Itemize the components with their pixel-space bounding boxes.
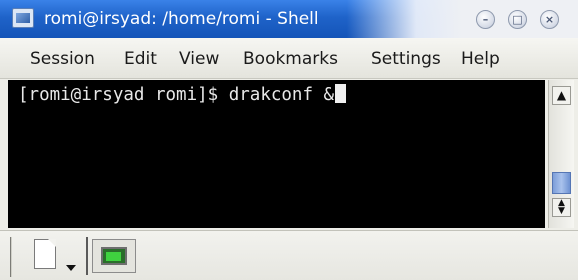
- scrollbar-thumb[interactable]: [552, 172, 571, 194]
- arrow-down-icon: ▼: [558, 206, 565, 216]
- tab-separator: [86, 237, 88, 275]
- minimize-button[interactable]: –: [476, 10, 495, 29]
- title-bar[interactable]: romi@irsyad: /home/romi - Shell – □ ×: [0, 0, 578, 38]
- menu-view[interactable]: View: [179, 49, 219, 69]
- menu-bar: Session Edit View Bookmarks Settings Hel…: [0, 38, 578, 79]
- toolbar-handle[interactable]: [10, 237, 16, 277]
- menu-edit[interactable]: Edit: [124, 49, 157, 69]
- menu-bookmarks[interactable]: Bookmarks: [243, 49, 338, 69]
- vertical-scrollbar[interactable]: ▲ ▲ ▼: [548, 80, 574, 228]
- menu-settings[interactable]: Settings: [371, 49, 441, 69]
- shell-session-icon: [101, 247, 127, 265]
- dropdown-arrow-icon: [66, 265, 76, 271]
- terminal-area[interactable]: [romi@irsyad romi]$ drakconf &: [8, 80, 545, 228]
- window-title: romi@irsyad: /home/romi - Shell: [44, 9, 319, 29]
- maximize-button[interactable]: □: [508, 10, 527, 29]
- text-cursor: [335, 84, 347, 103]
- terminal-prompt: [romi@irsyad romi]$: [18, 85, 229, 105]
- arrow-up-icon: ▲: [556, 88, 567, 102]
- konsole-icon[interactable]: [12, 8, 34, 28]
- terminal-line: [romi@irsyad romi]$ drakconf &: [18, 84, 347, 105]
- scroll-down-button[interactable]: ▲ ▼: [552, 198, 571, 217]
- session-tab-bar: [0, 230, 578, 280]
- maximize-icon: □: [512, 13, 523, 26]
- scroll-up-button[interactable]: ▲: [552, 86, 571, 105]
- new-session-icon: [34, 239, 56, 269]
- new-session-button[interactable]: [20, 237, 80, 279]
- close-button[interactable]: ×: [540, 10, 559, 29]
- session-tab-shell[interactable]: [92, 239, 136, 273]
- menu-session[interactable]: Session: [30, 49, 95, 69]
- konsole-window: romi@irsyad: /home/romi - Shell – □ × Se…: [0, 0, 578, 280]
- menu-help[interactable]: Help: [461, 49, 500, 69]
- terminal-command: drakconf &: [228, 85, 335, 105]
- minimize-icon: –: [482, 13, 489, 26]
- close-icon: ×: [544, 13, 555, 26]
